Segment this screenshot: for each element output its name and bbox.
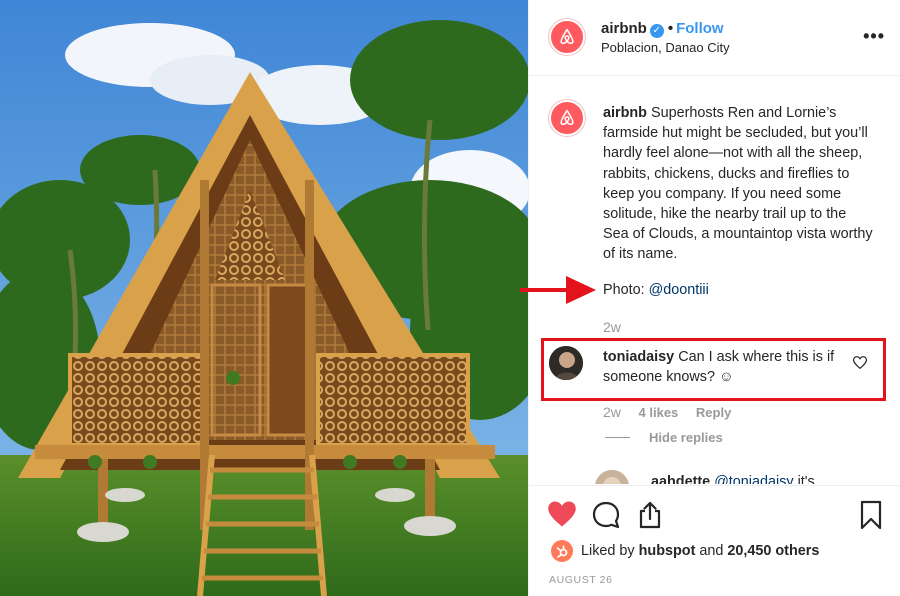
- reply-avatar[interactable]: [595, 470, 629, 484]
- photo-credit-label: Photo:: [603, 282, 645, 298]
- reply-body: aahdette @toniadaisy it's: [651, 474, 815, 484]
- bookmark-icon[interactable]: [859, 500, 883, 535]
- hide-replies-button[interactable]: Hide replies: [649, 430, 723, 445]
- hubspot-avatar[interactable]: [551, 540, 573, 562]
- likes-prefix: Liked by: [581, 543, 635, 559]
- caption-username[interactable]: airbnb: [603, 105, 647, 121]
- heart-icon[interactable]: [547, 500, 577, 533]
- header-separator: •: [667, 20, 674, 37]
- verified-badge-icon: ✓: [649, 24, 664, 38]
- speech-bubble-icon: [592, 501, 620, 529]
- airbnb-logo-icon: [560, 109, 574, 126]
- post-photo[interactable]: [0, 0, 528, 596]
- save-bookmark-icon: [860, 500, 882, 530]
- bamboo-hut-photo: [0, 0, 528, 596]
- comment-likes[interactable]: 4 likes: [639, 405, 679, 420]
- photo-credit-handle[interactable]: @doontiii: [649, 282, 709, 298]
- hubspot-logo-icon: [556, 545, 568, 558]
- post-caption: airbnb Superhosts Ren and Lornie’s farms…: [603, 103, 875, 265]
- photo-credit: Photo: @doontiii: [603, 282, 709, 298]
- likes-user[interactable]: hubspot: [639, 543, 696, 559]
- post-date[interactable]: AUGUST 26: [549, 574, 613, 586]
- location-link[interactable]: Poblacion, Danao City: [601, 40, 730, 55]
- annotation-highlight-box: [541, 338, 886, 401]
- caption-avatar[interactable]: [549, 100, 585, 136]
- caption-text: Superhosts Ren and Lornie’s farmside hut…: [603, 105, 873, 263]
- upload-share-icon: [639, 501, 661, 529]
- reply-username[interactable]: aahdette: [651, 474, 710, 484]
- reply-clip: aahdette @toniadaisy it's: [529, 462, 900, 484]
- more-options-icon[interactable]: •••: [863, 26, 885, 47]
- comment-meta: 2w 4 likes Reply: [603, 404, 745, 420]
- likes-middle: and: [699, 543, 724, 559]
- likes-summary: Liked by hubspot and 20,450 others: [551, 540, 819, 562]
- airbnb-avatar[interactable]: [549, 19, 585, 55]
- heart-filled-icon: [548, 501, 576, 527]
- post-header: airbnb ✓ • Follow Poblacion, Danao City •••: [529, 0, 900, 76]
- follow-button[interactable]: Follow: [676, 20, 724, 37]
- share-icon[interactable]: [635, 500, 665, 535]
- header-username-row: airbnb ✓ • Follow: [601, 20, 724, 38]
- annotation-arrow-icon: [520, 276, 596, 304]
- airbnb-logo-icon: [560, 28, 574, 45]
- reply-button[interactable]: Reply: [696, 405, 731, 420]
- likes-count[interactable]: 20,450 others: [727, 543, 819, 559]
- user-photo-icon: [595, 470, 629, 484]
- caption-timestamp[interactable]: 2w: [603, 319, 621, 335]
- reply-text: it's: [797, 474, 815, 484]
- comment-icon[interactable]: [591, 500, 621, 535]
- actions-divider: [529, 485, 900, 486]
- comment-timestamp[interactable]: 2w: [603, 404, 621, 420]
- hide-replies-divider: [605, 437, 630, 438]
- reply-mention[interactable]: @toniadaisy: [714, 474, 793, 484]
- header-username[interactable]: airbnb: [601, 20, 647, 37]
